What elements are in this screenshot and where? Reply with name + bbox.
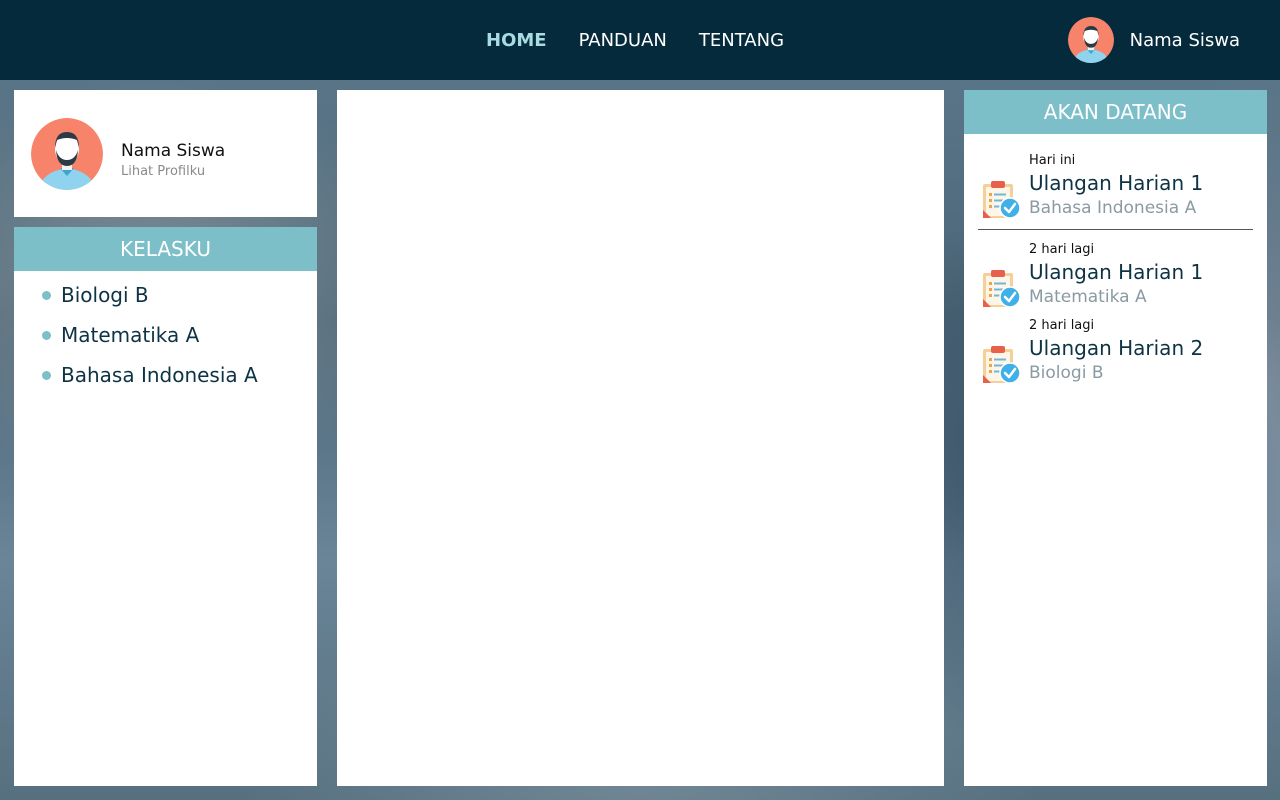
class-item-biologi-b[interactable]: Biologi B [14,275,317,315]
event-subject: Bahasa Indonesia A [1029,198,1197,218]
kelasku-panel: KELASKU Biologi B Matematika A Bahasa In… [14,227,317,786]
class-item-matematika-a[interactable]: Matematika A [14,315,317,355]
kelasku-header: KELASKU [14,227,317,271]
event-when: 2 hari lagi [1029,242,1095,257]
nav-user-menu[interactable]: Nama Siswa [1067,17,1240,63]
event-title: Ulangan Harian 2 [1029,336,1204,360]
nav-home-link[interactable]: HOME [486,30,547,51]
divider [978,229,1253,230]
nav-user-name: Nama Siswa [1129,29,1240,51]
event-title: Ulangan Harian 1 [1029,171,1204,195]
upcoming-event[interactable]: Hari ini Ulangan Harian 1 Bahasa Indones… [978,152,1253,220]
clipboard-check-icon [980,267,1022,309]
upcoming-event[interactable]: 2 hari lagi Ulangan Harian 1 Matematika … [978,241,1253,309]
event-when: Hari ini [1029,153,1076,168]
class-item-label: Bahasa Indonesia A [61,363,258,387]
event-subject: Matematika A [1029,287,1147,307]
class-list: Biologi B Matematika A Bahasa Indonesia … [14,271,317,395]
profile-name: Nama Siswa [121,141,226,161]
upcoming-panel: AKAN DATANG Hari ini Ulangan Harian 1 Ba… [964,90,1267,786]
avatar-icon[interactable] [31,118,103,190]
event-subject: Biologi B [1029,363,1104,383]
upcoming-event[interactable]: 2 hari lagi Ulangan Harian 2 Biologi B [978,317,1253,385]
view-profile-link[interactable]: Lihat Profilku [121,164,205,179]
bullet-dot-icon [42,330,51,340]
top-navbar: HOME PANDUAN TENTANG Nama Siswa [0,0,1280,80]
main-content-panel [337,90,944,786]
bullet-dot-icon [42,290,51,300]
event-text: 2 hari lagi Ulangan Harian 1 Matematika … [1029,241,1203,309]
class-item-label: Biologi B [61,283,149,307]
nav-tentang-link[interactable]: TENTANG [699,30,784,51]
event-when: 2 hari lagi [1029,318,1095,333]
avatar-icon [1067,17,1114,63]
nav-links: HOME PANDUAN TENTANG [486,0,816,80]
profile-card: Nama Siswa Lihat Profilku [14,90,317,217]
bullet-dot-icon [42,370,51,380]
event-text: 2 hari lagi Ulangan Harian 2 Biologi B [1029,317,1203,385]
class-item-bahasa-indonesia-a[interactable]: Bahasa Indonesia A [14,355,317,395]
event-title: Ulangan Harian 1 [1029,260,1204,284]
nav-panduan-link[interactable]: PANDUAN [579,30,667,51]
upcoming-header: AKAN DATANG [964,90,1267,134]
clipboard-check-icon [980,343,1022,385]
class-item-label: Matematika A [61,323,200,347]
event-text: Hari ini Ulangan Harian 1 Bahasa Indones… [1029,152,1203,220]
upcoming-list: Hari ini Ulangan Harian 1 Bahasa Indones… [964,152,1267,385]
clipboard-check-icon [980,178,1022,220]
